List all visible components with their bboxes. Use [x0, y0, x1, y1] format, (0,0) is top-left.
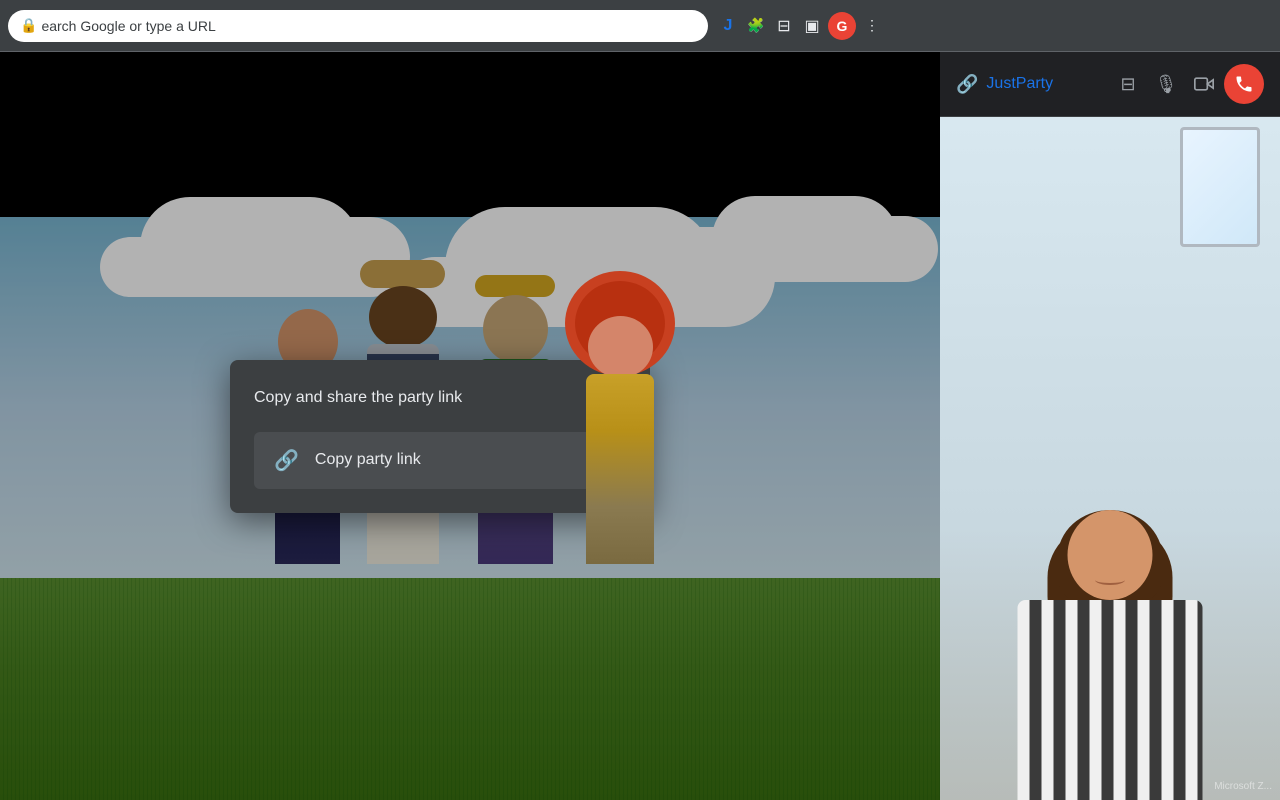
browser-chrome: 🔒 earch Google or type a URL J 🧩 ⊟ ▣ G ⋮ [0, 0, 1280, 52]
layout-button[interactable]: ⊟ [1110, 66, 1146, 102]
copy-party-link-button[interactable]: 🔗 Copy party link [254, 432, 626, 489]
video-area: Copy and share the party link ✕ 🔗 Copy p… [0, 52, 940, 800]
justparty-logo-icon: 🔗 [956, 74, 978, 95]
extension-icons: J 🧩 ⊟ ▣ G ⋮ [716, 12, 884, 40]
end-call-button[interactable] [1224, 64, 1264, 104]
split-extension-icon[interactable]: ▣ [800, 14, 824, 38]
lock-icon: 🔒 [20, 17, 37, 34]
character-4 [575, 281, 665, 564]
main-content: Copy and share the party link ✕ 🔗 Copy p… [0, 52, 1280, 800]
puzzle-extension-icon[interactable]: 🧩 [744, 14, 768, 38]
modal-header: Copy and share the party link ✕ [254, 384, 626, 412]
user-avatar[interactable]: G [828, 12, 856, 40]
url-text: earch Google or type a URL [41, 18, 215, 34]
more-menu-icon[interactable]: ⋮ [860, 14, 884, 38]
copy-link-label: Copy party link [315, 451, 421, 469]
modal-title: Copy and share the party link [254, 389, 462, 407]
camera-button[interactable] [1186, 66, 1222, 102]
video-watermark: Microsoft Z... [1214, 781, 1272, 792]
participant-video: Microsoft Z... [940, 117, 1280, 800]
justparty-title: JustParty [986, 75, 1102, 93]
room-window [1180, 127, 1260, 247]
modal-overlay: Copy and share the party link ✕ 🔗 Copy p… [0, 52, 940, 800]
address-bar[interactable]: 🔒 earch Google or type a URL [8, 10, 708, 42]
justparty-extension-icon[interactable]: J [716, 14, 740, 38]
media-extension-icon[interactable]: ⊟ [772, 14, 796, 38]
microphone-button[interactable]: 🎙 [1148, 66, 1184, 102]
participant-figure [970, 520, 1250, 800]
sidebar-header: 🔗 JustParty ⊟ 🎙 [940, 52, 1280, 117]
sidebar-controls: ⊟ 🎙 [1110, 64, 1264, 104]
link-icon: 🔗 [274, 448, 299, 473]
sidebar: 🔗 JustParty ⊟ 🎙 [940, 52, 1280, 800]
